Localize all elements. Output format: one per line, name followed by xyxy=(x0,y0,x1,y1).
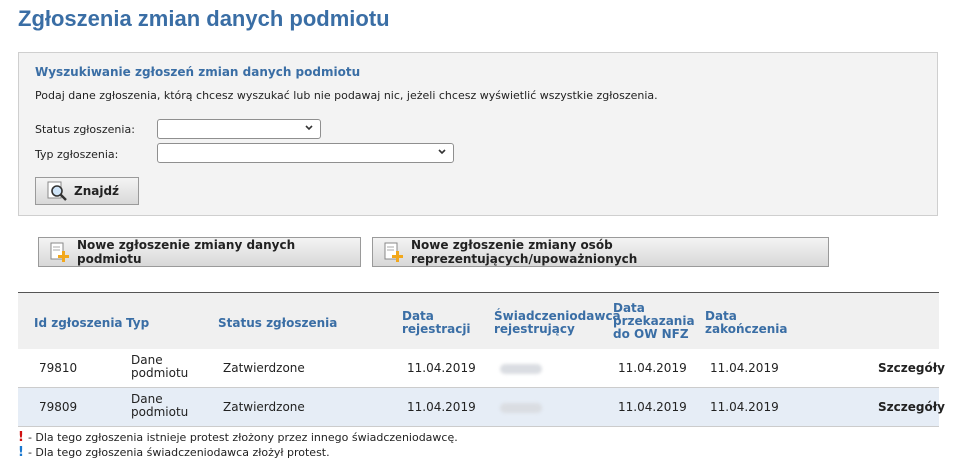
new-representatives-change-label: Nowe zgłoszenie zmiany osób reprezentują… xyxy=(411,238,638,266)
cell-status: Zatwierdzone xyxy=(223,400,305,414)
chevron-down-icon xyxy=(305,125,313,131)
cell-transfer-date: 11.04.2019 xyxy=(618,400,687,414)
table-row: 79809 Dane podmiotu Zatwierdzone 11.04.2… xyxy=(18,388,945,427)
header-transfer-date[interactable]: Data przekazania do OW NFZ xyxy=(613,302,695,341)
header-provider-line2: rejestrujący xyxy=(494,322,575,336)
cell-reg-date: 11.04.2019 xyxy=(407,361,476,375)
header-end-line2: zakończenia xyxy=(705,322,788,336)
new-entity-change-label: Nowe zgłoszenie zmiany danych podmiotu xyxy=(77,238,296,266)
cell-reg-date: 11.04.2019 xyxy=(407,400,476,414)
header-end-date[interactable]: Data zakończenia xyxy=(705,310,788,336)
search-panel-title: Wyszukiwanie zgłoszeń zmian danych podmi… xyxy=(35,65,361,79)
details-link[interactable]: Szczegóły xyxy=(878,401,945,414)
type-label: Typ zgłoszenia: xyxy=(35,148,119,161)
blue-exclamation-icon: ! xyxy=(18,445,24,460)
cell-provider-redacted xyxy=(500,403,542,413)
cell-type: Dane podmiotu xyxy=(131,354,188,380)
cell-type: Dane podmiotu xyxy=(131,393,188,419)
header-type[interactable]: Typ xyxy=(126,317,149,330)
table-header: Id zgłoszenia Typ Status zgłoszenia Data… xyxy=(18,293,939,349)
details-link[interactable]: Szczegóły xyxy=(878,362,945,375)
header-transfer-line3: do OW NFZ xyxy=(613,327,689,341)
legend-red-text: - Dla tego zgłoszenia istnieje protest z… xyxy=(27,431,458,444)
cell-id: 79810 xyxy=(39,361,78,375)
cell-transfer-date: 11.04.2019 xyxy=(618,361,687,375)
find-button-label: Znajdź xyxy=(74,184,120,198)
cell-end-date: 11.04.2019 xyxy=(710,361,779,375)
cell-status: Zatwierdzone xyxy=(223,361,305,375)
status-select[interactable] xyxy=(157,119,321,139)
header-reg-date-line2: rejestracji xyxy=(402,322,471,336)
page-title: Zgłoszenia zmian danych podmiotu xyxy=(18,6,390,31)
add-document-icon xyxy=(384,242,403,262)
red-exclamation-icon: ! xyxy=(18,430,24,445)
header-id[interactable]: Id zgłoszenia xyxy=(34,317,123,330)
cell-type-line2: podmiotu xyxy=(131,366,189,380)
header-status[interactable]: Status zgłoszenia xyxy=(218,317,337,330)
magnifier-icon xyxy=(47,181,67,201)
new-representatives-change-button[interactable]: Nowe zgłoszenie zmiany osób reprezentują… xyxy=(372,237,829,267)
results-table: Id zgłoszenia Typ Status zgłoszenia Data… xyxy=(18,292,945,427)
cell-end-date: 11.04.2019 xyxy=(710,400,779,414)
find-button[interactable]: Znajdź xyxy=(35,177,139,205)
cell-provider-redacted xyxy=(500,364,542,374)
search-panel: Wyszukiwanie zgłoszeń zmian danych podmi… xyxy=(18,52,938,216)
header-provider[interactable]: Świadczeniodawca rejestrujący xyxy=(494,310,621,336)
add-document-icon xyxy=(50,242,69,262)
legend-blue-text: - Dla tego zgłoszenia świadczeniodawca z… xyxy=(27,446,330,459)
search-panel-description: Podaj dane zgłoszenia, którą chcesz wysz… xyxy=(35,89,658,102)
legend-red: ! - Dla tego zgłoszenia istnieje protest … xyxy=(18,430,458,445)
type-select[interactable] xyxy=(157,143,454,163)
cell-id: 79809 xyxy=(39,400,78,414)
cell-type-line2: podmiotu xyxy=(131,405,189,419)
status-label: Status zgłoszenia: xyxy=(35,123,135,136)
new-entity-change-button[interactable]: Nowe zgłoszenie zmiany danych podmiotu xyxy=(38,237,361,267)
legend-blue: ! - Dla tego zgłoszenia świadczeniodawca … xyxy=(18,445,330,460)
chevron-down-icon xyxy=(438,149,446,155)
header-reg-date[interactable]: Data rejestracji xyxy=(402,310,471,336)
table-row: 79810 Dane podmiotu Zatwierdzone 11.04.2… xyxy=(18,349,945,388)
